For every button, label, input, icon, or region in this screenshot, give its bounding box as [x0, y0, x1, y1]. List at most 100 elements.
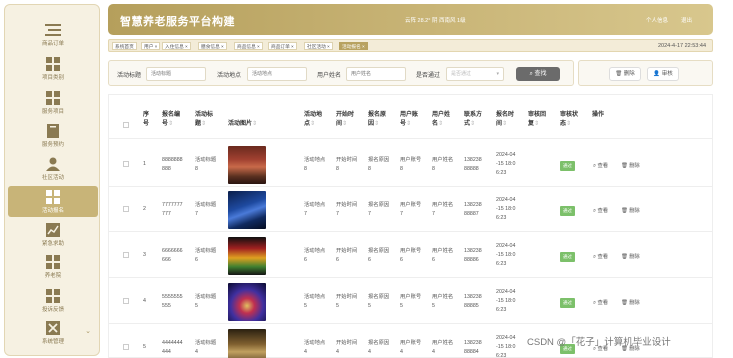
cell-code: 8888888 888 — [162, 156, 183, 172]
cell-code: 6666666 666 — [162, 247, 183, 263]
view-button[interactable]: ⌕ 查看 — [593, 252, 608, 261]
row-checkbox[interactable] — [123, 205, 129, 212]
column-header-14[interactable]: 操作 — [592, 111, 604, 120]
row-delete-button[interactable]: 🗑 删除 — [621, 252, 640, 260]
row-delete-button[interactable]: 🗑 删除 — [621, 161, 640, 169]
column-header-4[interactable]: 活动图片⇕ — [228, 120, 257, 129]
sidebar-item-1[interactable]: 商品订单 — [8, 19, 98, 50]
status-badge: 通过 — [560, 297, 575, 308]
search-button[interactable]: ⌕ 查找 — [516, 67, 560, 81]
cell-no: 3 — [143, 252, 146, 258]
table-row: 3 6666666 666 活动标题 6 活动地点 6 开始时间 6 报名原因 6 用户账号… — [109, 233, 712, 278]
column-header-9[interactable]: 用户姓 名⇕ — [432, 111, 450, 129]
sidebar-item-label: 系统管理 — [41, 338, 64, 345]
delete-button[interactable]: 🗑 删除 — [609, 67, 641, 81]
current-datetime: 2024-4-17 22:53:44 — [657, 43, 706, 49]
place-filter-input[interactable] — [247, 67, 307, 81]
row-delete-button[interactable]: 🗑 删除 — [621, 298, 640, 306]
row-checkbox[interactable] — [123, 251, 129, 258]
cell-start: 开始时间 6 — [336, 247, 358, 263]
sort-icon: ⇕ — [252, 121, 258, 127]
activity-image[interactable] — [228, 282, 266, 321]
title-filter-input[interactable] — [146, 67, 206, 81]
sidebar-item-label: 投诉反馈 — [41, 306, 64, 313]
column-header-5[interactable]: 活动地 点⇕ — [304, 111, 322, 129]
logout-link[interactable]: 退出 — [681, 16, 692, 24]
grid-icon — [45, 254, 61, 269]
cell-reason: 报名原因 8 — [368, 156, 390, 172]
cell-account: 用户账号 4 — [400, 339, 422, 355]
tab-2[interactable]: 用户 × — [141, 42, 161, 50]
row-checkbox[interactable] — [123, 297, 129, 304]
tab-8[interactable]: 活动报名 × — [339, 42, 368, 50]
tab-7[interactable]: 社区活动 × — [304, 42, 333, 50]
pass-filter-select[interactable]: 是否通过 ▾ — [446, 67, 504, 81]
delete-button-label: 删除 — [623, 71, 635, 77]
view-button[interactable]: ⌕ 查看 — [593, 206, 608, 215]
tab-5[interactable]: 商品信息 × — [234, 42, 263, 50]
cell-time: 2024-04 -15 18:0 6:23 — [496, 197, 516, 221]
column-header-8[interactable]: 用户账 号⇕ — [400, 111, 418, 129]
title-filter-label: 活动标题 — [117, 73, 142, 79]
column-header-12[interactable]: 审核回 复⇕ — [528, 111, 546, 129]
sidebar-item-9[interactable]: 投诉反馈 — [8, 285, 98, 316]
review-button[interactable]: 👤 审核 — [647, 67, 679, 81]
row-delete-label: 删除 — [629, 253, 640, 260]
column-header-label: 活动图片 — [228, 121, 253, 127]
column-header-11[interactable]: 报名时 间⇕ — [496, 111, 514, 129]
cell-title: 活动标题 7 — [195, 201, 217, 217]
chart-icon — [45, 222, 61, 237]
search-icon: ⌕ — [529, 71, 533, 77]
sidebar-item-3[interactable]: 服务项目 — [8, 87, 98, 118]
cell-no: 2 — [143, 206, 146, 212]
sidebar-item-4[interactable]: 服务预约 — [8, 120, 98, 151]
cell-phone: 138238 88885 — [464, 293, 482, 309]
column-header-7[interactable]: 报名原 因⇕ — [368, 111, 386, 129]
sidebar-item-7[interactable]: 紧急求助 — [8, 219, 98, 250]
tab-1[interactable]: 系统首页 — [112, 42, 137, 50]
sort-icon: ⇕ — [374, 121, 380, 127]
column-header-label: 序 号 — [143, 112, 150, 127]
column-header-2[interactable]: 报名编 号⇕ — [162, 111, 180, 129]
activity-image[interactable] — [228, 328, 266, 358]
app-root: 商品订单 项目类别 服务项目 服务预约 社区活动 活动报名 紧急求助 养老院 投诉反馈 系统管理 ⌄… — [0, 0, 733, 358]
sidebar-item-8[interactable]: 养老院 — [8, 251, 98, 282]
sidebar-item-6[interactable]: 活动报名 — [8, 186, 98, 217]
close-icon — [45, 320, 61, 335]
activity-image[interactable] — [228, 145, 266, 184]
cell-place: 活动地点 6 — [304, 247, 326, 263]
grid-icon — [45, 56, 61, 71]
column-header-13[interactable]: 审核状 态⇕ — [560, 111, 578, 129]
search-panel: 活动标题 活动地点 用户姓名 是否通过 是否通过 ▾ ⌕ 查找 — [108, 60, 574, 86]
user-filter-input[interactable] — [346, 67, 406, 81]
cell-name: 用户姓名 6 — [432, 247, 454, 263]
tab-4[interactable]: 膳食信息 × — [198, 42, 227, 50]
tab-3[interactable]: 入住信息 × — [162, 42, 191, 50]
sidebar-item-label: 服务项目 — [41, 108, 64, 115]
column-header-6[interactable]: 开始时 间⇕ — [336, 111, 354, 129]
tab-6[interactable]: 商品订单 × — [268, 42, 297, 50]
cell-code: 7777777 777 — [162, 201, 183, 217]
activity-image[interactable] — [228, 190, 266, 229]
activity-image[interactable] — [228, 236, 266, 275]
grid-icon — [45, 189, 61, 204]
select-all-checkbox[interactable] — [123, 122, 129, 128]
personal-info-link[interactable]: 个人信息 — [646, 16, 668, 24]
sidebar-item-5[interactable]: 社区活动 — [8, 153, 98, 184]
column-header-1[interactable]: 序 号 — [143, 111, 149, 129]
tabs-bar: 2024-4-17 22:53:44 系统首页 用户 × 入住信息 × 膳食信息 × 商… — [108, 39, 713, 52]
row-checkbox[interactable] — [123, 160, 129, 167]
cell-place: 活动地点 4 — [304, 339, 326, 355]
cell-place: 活动地点 5 — [304, 293, 326, 309]
cell-name: 用户姓名 7 — [432, 201, 454, 217]
view-button[interactable]: ⌕ 查看 — [593, 298, 608, 307]
sidebar-item-2[interactable]: 项目类别 — [8, 53, 98, 84]
row-delete-button[interactable]: 🗑 删除 — [621, 206, 640, 214]
row-checkbox[interactable] — [123, 343, 129, 350]
cell-time: 2024-04 -15 18:0 6:23 — [496, 289, 516, 313]
sort-icon: ⇕ — [566, 121, 572, 127]
cell-name: 用户姓名 4 — [432, 339, 454, 355]
view-button[interactable]: ⌕ 查看 — [593, 161, 608, 170]
column-header-3[interactable]: 活动标 题⇕ — [195, 111, 213, 129]
column-header-10[interactable]: 联系方 式⇕ — [464, 111, 482, 129]
